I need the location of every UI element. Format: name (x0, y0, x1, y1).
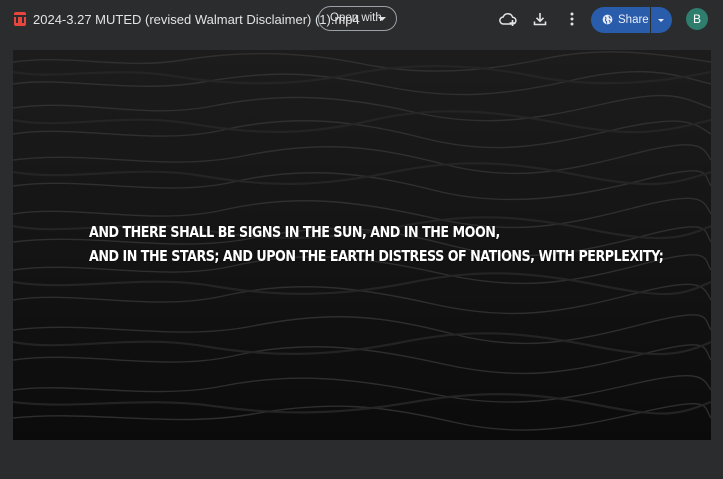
more-vertical-icon[interactable] (562, 9, 582, 29)
globe-icon (602, 14, 613, 25)
video-player[interactable]: AND THERE SHALL BE SIGNS IN THE SUN, AND… (13, 50, 711, 440)
video-file-icon (14, 12, 26, 26)
open-with-label: Open with (330, 12, 382, 24)
video-caption: AND THERE SHALL BE SIGNS IN THE SUN, AND… (89, 220, 664, 268)
share-button[interactable]: Share (591, 7, 650, 33)
download-icon[interactable] (530, 9, 550, 29)
add-to-drive-icon[interactable] (498, 9, 518, 29)
avatar[interactable]: B (686, 8, 708, 30)
share-options-button[interactable] (651, 7, 672, 33)
viewer-toolbar: 2024-3.27 MUTED (revised Walmart Disclai… (0, 0, 723, 44)
chevron-down-icon (378, 17, 386, 21)
share-label: Share (618, 14, 649, 26)
caption-line-2: AND IN THE STARS; AND UPON THE EARTH DIS… (89, 247, 664, 265)
chevron-down-icon (658, 19, 664, 22)
file-title: 2024-3.27 MUTED (revised Walmart Disclai… (33, 12, 360, 27)
open-with-button[interactable]: Open with (318, 6, 397, 31)
caption-line-1: AND THERE SHALL BE SIGNS IN THE SUN, AND… (89, 223, 500, 241)
